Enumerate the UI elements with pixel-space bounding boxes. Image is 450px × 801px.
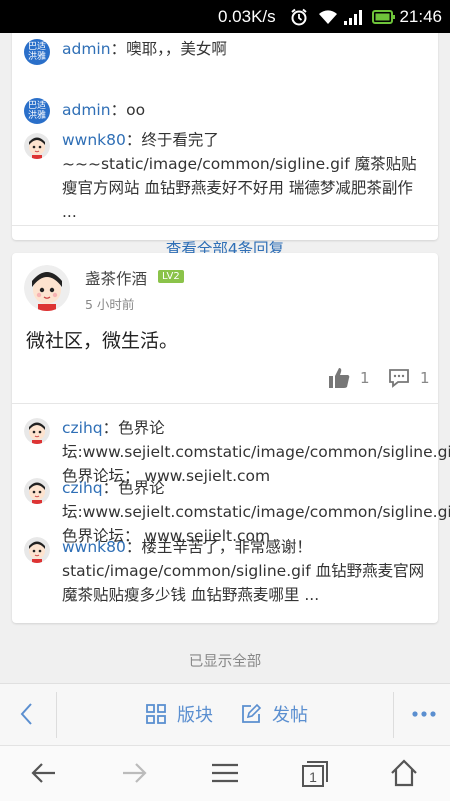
reply-author-link[interactable]: wwnk80 — [62, 131, 126, 149]
browser-nav-bar: 1 — [0, 745, 450, 801]
like-button[interactable]: 1 — [328, 366, 370, 390]
feed[interactable]: 巴适 洪雅 admin：噢耶，，美女啊 巴适 洪雅 admin：oo wwnk8… — [0, 33, 450, 683]
level-badge: LV2 — [158, 270, 184, 283]
tab-count: 1 — [309, 769, 317, 785]
edit-icon — [242, 703, 262, 723]
reply-text: admin：oo — [62, 101, 146, 119]
comment-button[interactable]: 1 — [388, 366, 430, 390]
post-card: 盏茶作酒 LV2 5 小时前 微社区，微生活。 1 1 czihq：色界论坛:w… — [12, 253, 450, 623]
forward-arrow-icon[interactable] — [119, 758, 149, 788]
avatar[interactable]: 巴适 洪雅 — [24, 39, 50, 65]
post-body: 微社区，微生活。 — [26, 330, 179, 352]
reply-author-link[interactable]: czihq — [62, 419, 103, 437]
reply-author-link[interactable]: czihq — [62, 479, 103, 497]
reply-content: oo — [126, 101, 146, 119]
comment-count: 1 — [420, 369, 430, 387]
forum-toolbar: 版块 发帖 — [0, 683, 450, 745]
avatar[interactable]: 巴适 洪雅 — [24, 98, 50, 124]
thumbs-up-icon — [329, 368, 350, 388]
new-post-button[interactable]: 发帖 — [240, 701, 308, 727]
reply-item: 巴适 洪雅 admin：oo — [12, 98, 438, 124]
blocks-label: 版块 — [177, 705, 213, 726]
back-arrow-icon[interactable] — [29, 758, 59, 788]
alarm-icon — [290, 8, 308, 31]
post-time: 5 小时前 — [85, 297, 135, 312]
reply-content: 噢耶，，美女啊 — [126, 40, 227, 58]
comment-icon — [389, 369, 409, 388]
divider — [393, 692, 394, 738]
reply-item: czihq：色界论坛:www.sejielt.comstatic/image/c… — [12, 476, 450, 545]
divider — [12, 225, 438, 226]
reply-author-link[interactable]: wwnk80 — [62, 538, 126, 556]
back-chevron-icon[interactable] — [14, 701, 40, 727]
tabs-icon: 1 — [302, 761, 328, 787]
menu-icon[interactable] — [210, 758, 240, 788]
reply-author-link[interactable]: admin — [62, 101, 111, 119]
grid-icon — [146, 704, 166, 724]
end-of-list-text: 已显示全部 — [188, 654, 262, 670]
clock: 21:46 — [399, 7, 442, 26]
tabs-button[interactable]: 1 — [300, 758, 330, 788]
battery-icon — [372, 8, 396, 31]
home-icon[interactable] — [389, 758, 419, 788]
divider — [56, 692, 57, 738]
like-count: 1 — [360, 369, 370, 387]
post-label: 发帖 — [272, 705, 308, 726]
reply-text: admin：噢耶，，美女啊 — [62, 40, 227, 58]
reply-text: wwnk80：楼主辛苦了，非常感谢！static/image/common/si… — [62, 538, 425, 604]
blocks-button[interactable]: 版块 — [145, 701, 213, 727]
status-bar: 0.03K/s 21:46 — [0, 0, 450, 33]
reply-item: czihq：色界论坛:www.sejielt.comstatic/image/c… — [12, 416, 450, 485]
reply-item: wwnk80：终于看完了~~~static/image/common/sigli… — [12, 131, 438, 221]
author-avatar[interactable] — [24, 265, 70, 311]
thread-card: 巴适 洪雅 admin：噢耶，，美女啊 巴适 洪雅 admin：oo wwnk8… — [12, 33, 438, 258]
author-name[interactable]: 盏茶作酒 — [85, 267, 147, 289]
reply-item: wwnk80：楼主辛苦了，非常感谢！static/image/common/si… — [12, 535, 438, 611]
avatar[interactable] — [24, 418, 50, 444]
avatar[interactable] — [24, 133, 50, 159]
network-speed: 0.03K/s — [218, 7, 276, 26]
divider — [12, 403, 438, 404]
avatar[interactable] — [24, 537, 50, 563]
reply-text: wwnk80：终于看完了~~~static/image/common/sigli… — [62, 131, 417, 221]
reply-author-link[interactable]: admin — [62, 40, 111, 58]
wifi-icon — [318, 8, 338, 31]
avatar[interactable] — [24, 478, 50, 504]
signal-icon — [343, 8, 363, 31]
reply-item: 巴适 洪雅 admin：噢耶，，美女啊 — [12, 36, 438, 65]
more-icon[interactable] — [410, 701, 438, 727]
